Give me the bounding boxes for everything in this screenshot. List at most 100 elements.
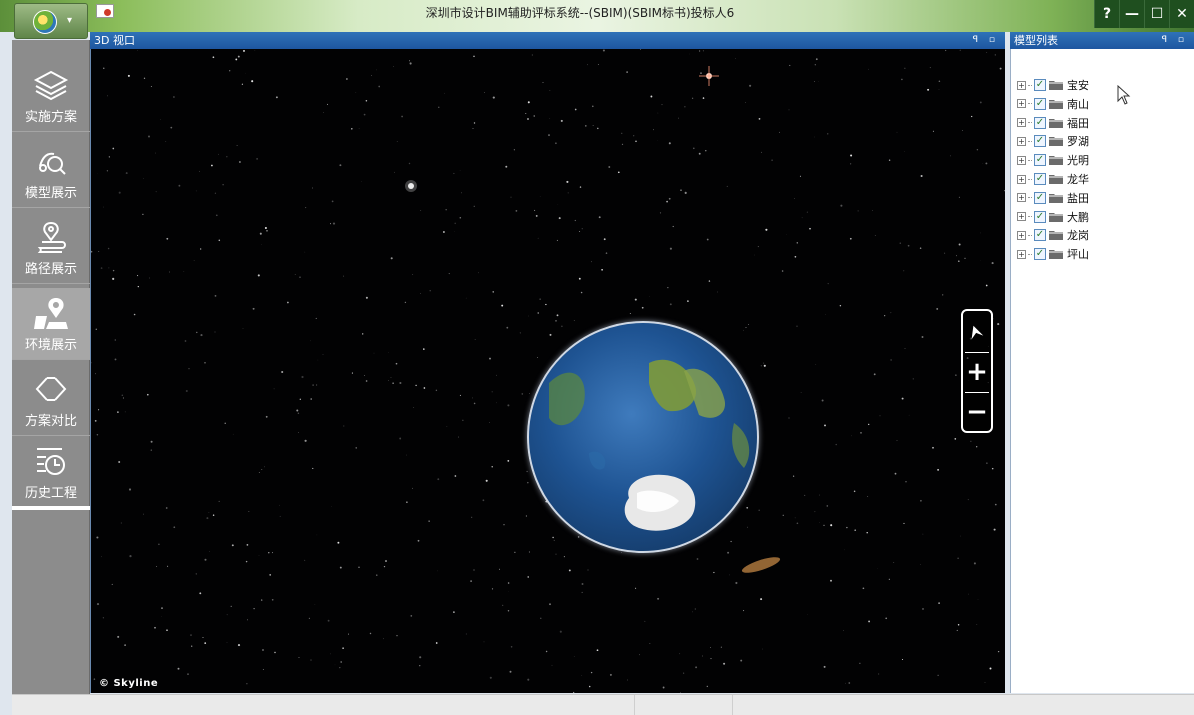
tree-connector (1028, 216, 1032, 218)
sidebar-item-history-projects[interactable]: 历史工程 (12, 436, 90, 508)
pin-icon[interactable]: ꟼ ▫ (1162, 32, 1188, 49)
model-tree-item[interactable]: + ✓ 福田 (1017, 114, 1089, 132)
folder-icon (1049, 250, 1063, 260)
model-checkbox[interactable]: ✓ (1034, 154, 1046, 167)
maximize-button[interactable]: ☐ (1144, 0, 1169, 28)
sidebar-item-label: 模型展示 (24, 186, 77, 201)
model-tree-label: 宝安 (1067, 79, 1089, 92)
sidebar-item-label: 历史工程 (24, 486, 77, 501)
tree-connector (1028, 103, 1032, 105)
folder-icon (1049, 137, 1063, 147)
history-clock-icon (37, 448, 65, 475)
expand-icon[interactable]: + (1017, 118, 1026, 128)
3d-viewport[interactable]: + − © Skyline (90, 49, 1005, 693)
help-button[interactable]: ? (1094, 0, 1119, 28)
model-checkbox[interactable]: ✓ (1034, 116, 1046, 129)
model-checkbox[interactable]: ✓ (1034, 191, 1046, 204)
expand-icon[interactable]: + (1017, 136, 1026, 146)
sidebar-item-label: 方案对比 (24, 414, 77, 429)
folder-icon (1049, 156, 1063, 166)
sidebar-item-label: 实施方案 (24, 110, 77, 125)
globe-continents (549, 359, 750, 531)
sidebar-item-label: 环境展示 (24, 338, 77, 353)
tree-connector (1028, 140, 1032, 142)
tree-connector (1028, 197, 1032, 199)
expand-icon[interactable]: + (1017, 155, 1026, 165)
model-tree-label: 坪山 (1067, 248, 1089, 262)
chevron-down-icon: ▾ (67, 15, 73, 26)
expand-icon[interactable]: + (1017, 80, 1026, 90)
skyline-credit: © Skyline (99, 678, 159, 689)
model-tree-label: 光明 (1067, 154, 1089, 168)
tree-connector (1028, 122, 1032, 124)
zoom-out-button[interactable]: − (963, 393, 991, 431)
model-tree-item[interactable]: + ✓ 宝安 (1017, 76, 1089, 94)
model-tree-item[interactable]: + ✓ 盐田 (1017, 189, 1089, 207)
layers-icon (33, 70, 69, 101)
model-tree-item[interactable]: + ✓ 坪山 (1017, 245, 1089, 263)
model-checkbox[interactable]: ✓ (1034, 173, 1046, 185)
sidebar-item-implementation-plan[interactable]: 实施方案 (12, 60, 90, 132)
model-checkbox[interactable]: ✓ (1034, 229, 1046, 242)
window-left-edge (0, 32, 12, 715)
route-pin-icon (37, 221, 66, 253)
minimize-button[interactable]: — (1119, 0, 1144, 28)
sidebar-item-model-display[interactable]: 模型展示 (12, 136, 90, 208)
app-menu-button[interactable]: ▾ (14, 3, 88, 39)
expand-icon[interactable]: + (1017, 249, 1026, 259)
mouse-cursor-icon (1117, 85, 1131, 105)
model-tree-item[interactable]: + ✓ 光明 (1017, 151, 1089, 169)
tree-connector (1028, 178, 1032, 180)
model-search-icon (39, 152, 66, 175)
folder-icon (1049, 81, 1063, 90)
model-checkbox[interactable]: ✓ (1034, 135, 1046, 148)
map-pin-icon (34, 298, 68, 329)
window-title: 深圳市设计BIM辅助评标系统--(SBIM)(SBIM标书)投标人6 (425, 6, 735, 20)
sidebar-bottom-divider (12, 506, 90, 510)
model-checkbox[interactable]: ✓ (1034, 79, 1046, 91)
model-tree-item[interactable]: + ✓ 龙华 (1017, 170, 1089, 188)
tree-connector (1028, 159, 1032, 161)
model-tree-item[interactable]: + ✓ 南山 (1017, 95, 1089, 113)
status-bar-divider (634, 695, 635, 715)
sidebar-item-route-display[interactable]: 路径展示 (12, 212, 90, 284)
title-bar: 深圳市设计BIM辅助评标系统--(SBIM)(SBIM标书)投标人6 ? — ☐… (0, 0, 1194, 32)
zoom-in-button[interactable]: + (963, 353, 991, 391)
sidebar-item-environment-display[interactable]: 环境展示 (12, 288, 90, 360)
app-logo-icon (33, 10, 57, 34)
document-icon[interactable] (96, 4, 114, 18)
model-tree-label: 龙岗 (1067, 229, 1089, 243)
pin-icon[interactable]: ꟼ ▫ (973, 32, 999, 49)
model-tree-label: 罗湖 (1067, 135, 1089, 149)
expand-icon[interactable]: + (1017, 174, 1026, 184)
tree-connector (1028, 84, 1032, 86)
navigation-controls: + − (961, 309, 993, 433)
left-sidebar: 实施方案 模型展示 路径展示 环境展示 方案对比 历史工程 (12, 40, 90, 694)
compass-north-icon[interactable] (963, 313, 991, 351)
expand-icon[interactable]: + (1017, 99, 1026, 109)
model-tree-label: 盐田 (1067, 191, 1089, 205)
viewport-pane-header: 3D 视口 ꟼ ▫ (90, 32, 1005, 49)
folder-icon (1049, 99, 1063, 109)
model-list-pane-header: 模型列表 ꟼ ▫ (1010, 32, 1194, 49)
model-checkbox[interactable]: ✓ (1034, 248, 1046, 261)
model-checkbox[interactable]: ✓ (1034, 210, 1046, 223)
expand-icon[interactable]: + (1017, 212, 1026, 222)
expand-icon[interactable]: + (1017, 230, 1026, 240)
sidebar-item-label: 路径展示 (24, 262, 77, 277)
folder-icon (1049, 231, 1063, 241)
sidebar-item-plan-compare[interactable]: 方案对比 (12, 364, 90, 436)
model-tree-item[interactable]: + ✓ 罗湖 (1017, 132, 1089, 150)
viewport-pane-title: 3D 视口 (94, 34, 135, 47)
earth-globe[interactable] (527, 321, 759, 553)
model-tree-label: 福田 (1067, 116, 1089, 130)
model-tree-label: 大鹏 (1067, 210, 1089, 224)
expand-icon[interactable]: + (1017, 193, 1026, 203)
folder-icon (1049, 118, 1063, 128)
close-button[interactable]: ✕ (1169, 0, 1194, 28)
model-tree-item[interactable]: + ✓ 大鹏 (1017, 208, 1089, 226)
model-checkbox[interactable]: ✓ (1034, 97, 1046, 110)
compare-diamond-icon (35, 377, 67, 401)
model-tree-item[interactable]: + ✓ 龙岗 (1017, 226, 1089, 244)
window-controls: ? — ☐ ✕ (1094, 0, 1194, 28)
